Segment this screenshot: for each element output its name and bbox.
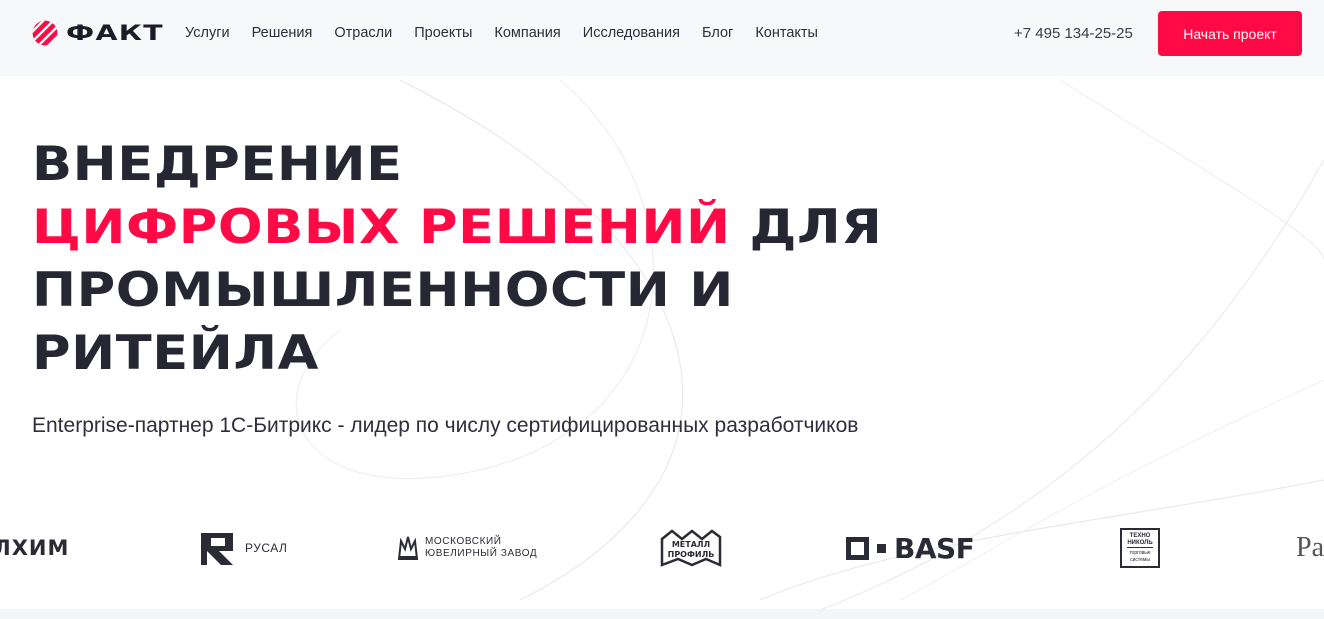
basf-dot-icon <box>877 543 886 553</box>
client-rusal-text: РУСАЛ <box>245 541 288 555</box>
client-logo-mjz: Московский ювелирный завод <box>397 520 537 576</box>
clients-logos-strip: АЛХИМ РУСАЛ Московский ювелирный завод М… <box>0 520 1324 576</box>
client-tn-line3: торговые системы <box>1129 549 1151 563</box>
nav-item-industries[interactable]: Отрасли <box>334 25 392 41</box>
start-project-button[interactable]: Начать проект <box>1158 11 1302 56</box>
hero-title-line2-rest: ДЛЯ <box>730 200 883 255</box>
hero-subtitle: Enterprise-партнер 1С-Битрикс - лидер по… <box>32 414 859 437</box>
client-metallprofil-line2: ПРОФИЛЬ <box>668 550 715 559</box>
phone-link[interactable]: +7 495 134-25-25 <box>1014 25 1133 42</box>
client-logo-basf: BASF <box>846 520 975 576</box>
nav-item-company[interactable]: Компания <box>494 25 560 41</box>
hero-title-line4: РИТЕЙЛА <box>32 326 319 381</box>
hero-title: ВНЕДРЕНИЕ ЦИФРОВЫХ РЕШЕНИЙ ДЛЯ ПРОМЫШЛЕН… <box>32 133 882 385</box>
client-tn-line1: ТЕХНО <box>1129 532 1151 539</box>
section-divider <box>0 609 1324 619</box>
client-tn-line2: НИКОЛЬ <box>1127 539 1153 548</box>
nav-item-contacts[interactable]: Контакты <box>755 25 818 41</box>
nav-item-solutions[interactable]: Решения <box>252 25 313 41</box>
client-logo-tehnonikol: ТЕХНО НИКОЛЬ торговые системы <box>1120 520 1160 576</box>
main-nav: Услуги Решения Отрасли Проекты Компания … <box>185 25 818 41</box>
jewelry-crown-icon <box>397 536 419 560</box>
client-logo-metallprofil: МЕТАЛЛ ПРОФИЛЬ <box>660 520 722 576</box>
nav-item-blog[interactable]: Блог <box>702 25 733 41</box>
logo-text: ФАКТ <box>66 21 164 45</box>
hero-title-line3: ПРОМЫШЛЕННОСТИ И <box>32 263 734 318</box>
nav-item-services[interactable]: Услуги <box>185 25 230 41</box>
metallprofil-mark-icon: МЕТАЛЛ ПРОФИЛЬ <box>660 529 722 567</box>
client-logo-rusal: РУСАЛ <box>199 520 287 576</box>
client-partial-text: Pa <box>1296 532 1324 563</box>
client-mjz-line1: Московский <box>425 536 502 547</box>
logo-mark-icon <box>32 20 58 46</box>
site-header: ФАКТ Услуги Решения Отрасли Проекты Комп… <box>0 0 1324 76</box>
client-logo-partial: Pa <box>1296 520 1324 576</box>
nav-item-projects[interactable]: Проекты <box>414 25 472 41</box>
client-alhim-text: АЛХИМ <box>0 536 70 560</box>
basf-square-icon <box>846 536 869 560</box>
client-basf-text: BASF <box>894 531 975 565</box>
nav-item-research[interactable]: Исследования <box>583 25 680 41</box>
rusal-mark-icon <box>201 533 233 565</box>
client-metallprofil-line1: МЕТАЛЛ <box>672 540 710 549</box>
client-mjz-line2: ювелирный завод <box>425 548 538 559</box>
hero-title-highlight: ЦИФРОВЫХ РЕШЕНИЙ <box>32 200 731 255</box>
client-logo-alhim: АЛХИМ <box>0 520 69 576</box>
tehnonikol-box: ТЕХНО НИКОЛЬ торговые системы <box>1120 528 1160 568</box>
logo[interactable]: ФАКТ <box>32 20 163 46</box>
hero-title-line1: ВНЕДРЕНИЕ <box>32 137 403 192</box>
